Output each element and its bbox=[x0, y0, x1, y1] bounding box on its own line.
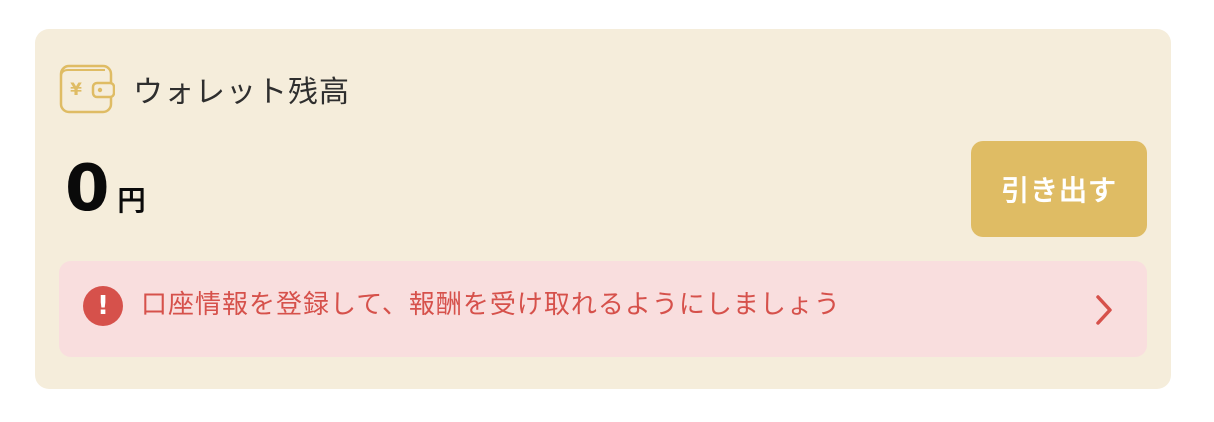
wallet-header: ¥ ウォレット残高 bbox=[59, 63, 350, 115]
yen-glyph: ¥ bbox=[70, 80, 82, 100]
wallet-balance-card: ¥ ウォレット残高 0 円 引き出す ! 口座情報を登録して、報酬を受け取れるよ… bbox=[35, 29, 1171, 389]
withdraw-button[interactable]: 引き出す bbox=[971, 141, 1147, 237]
wallet-balance: 0 円 bbox=[65, 157, 146, 221]
balance-amount: 0 bbox=[65, 152, 110, 226]
register-account-alert[interactable]: ! 口座情報を登録して、報酬を受け取れるようにしましょう bbox=[59, 261, 1147, 357]
exclamation-circle-icon: ! bbox=[83, 286, 123, 326]
alert-message: 口座情報を登録して、報酬を受け取れるようにしましょう bbox=[141, 290, 841, 320]
wallet-title: ウォレット残高 bbox=[133, 75, 350, 110]
wallet-yen-icon: ¥ bbox=[59, 64, 115, 114]
balance-unit: 円 bbox=[117, 184, 146, 217]
chevron-right-icon[interactable] bbox=[1093, 293, 1115, 327]
